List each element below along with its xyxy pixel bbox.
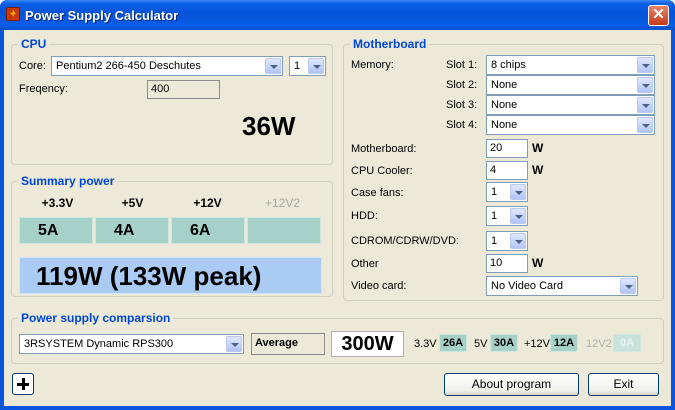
slot4-value: None	[491, 119, 518, 131]
psu-watts: 300W	[331, 331, 404, 357]
chevron-down-icon[interactable]	[637, 77, 653, 93]
other-label: Other	[351, 258, 379, 270]
slot3-value: None	[491, 99, 518, 111]
hdd-select[interactable]: 1	[486, 206, 528, 226]
title-bar[interactable]: Power Supply Calculator ✕	[0, 0, 675, 30]
total-power: 119W (133W peak)	[19, 257, 322, 294]
other-unit: W	[532, 256, 544, 270]
slot1-value: 8 chips	[491, 59, 526, 71]
case-fans-value: 1	[491, 186, 498, 198]
core-label: Core:	[19, 60, 46, 72]
chevron-down-icon[interactable]	[637, 57, 653, 73]
slot2-label: Slot 2:	[446, 79, 478, 91]
frequency-field: 400	[147, 80, 220, 99]
client-area: CPU Core: Pentium2 266-450 Deschutes 1 F…	[4, 30, 671, 406]
motherboard-legend: Motherboard	[350, 37, 430, 51]
psu-rail-label-5v: 5V	[474, 338, 488, 350]
psu-model-value: 3RSYSTEM Dynamic RPS300	[24, 338, 174, 350]
chevron-down-icon[interactable]	[620, 278, 636, 294]
other-field[interactable]: 10	[486, 254, 528, 273]
exit-button[interactable]: Exit	[588, 373, 659, 396]
psu-rail-label-3v3: 3.3V	[414, 338, 437, 350]
psu-rating: Average	[251, 333, 325, 355]
chevron-down-icon[interactable]	[265, 58, 281, 74]
chevron-down-icon[interactable]	[226, 336, 242, 352]
psu-rail-amps-12v2: 0A	[613, 334, 641, 352]
close-icon: ✕	[652, 6, 665, 23]
chevron-down-icon[interactable]	[510, 208, 526, 224]
cdrom-label: CDROM/CDRW/DVD:	[351, 235, 459, 247]
amps-5v: 4A	[95, 217, 169, 244]
cdrom-select[interactable]: 1	[486, 231, 528, 251]
slot3-select[interactable]: None	[486, 95, 655, 115]
slot4-label: Slot 4:	[446, 119, 478, 131]
chevron-down-icon[interactable]	[510, 233, 526, 249]
rail-label-5v: +5V	[121, 196, 144, 210]
psu-rail-amps-12v: 12A	[550, 334, 578, 352]
cdrom-value: 1	[491, 235, 498, 247]
motherboard-power-label: Motherboard:	[351, 143, 417, 155]
chevron-down-icon[interactable]	[510, 184, 526, 200]
add-button[interactable]	[12, 373, 34, 395]
case-fans-select[interactable]: 1	[486, 182, 528, 202]
cpu-cooler-label: CPU Cooler:	[351, 165, 413, 177]
motherboard-group: Motherboard Memory: Slot 1: 8 chips Slot…	[343, 37, 664, 301]
hdd-label: HDD:	[351, 210, 378, 222]
cpu-count-select[interactable]: 1	[289, 56, 326, 76]
hdd-value: 1	[491, 210, 498, 222]
video-card-select[interactable]: No Video Card	[486, 276, 638, 296]
motherboard-power-field[interactable]: 20	[486, 139, 528, 158]
case-fans-label: Case fans:	[351, 187, 404, 199]
slot4-select[interactable]: None	[486, 115, 655, 135]
chevron-down-icon[interactable]	[308, 58, 324, 74]
psu-rail-label-12v: +12V	[524, 338, 550, 350]
rail-label-12v2: +12V2	[264, 196, 301, 210]
amps-12v: 6A	[171, 217, 245, 244]
summary-group: Summary power +3.3V +5V +12V +12V2 5A 4A…	[11, 174, 333, 297]
video-card-value: No Video Card	[491, 280, 563, 292]
psu-comparison-group: Power supply comparsion 3RSYSTEM Dynamic…	[11, 311, 664, 364]
summary-legend: Summary power	[18, 174, 118, 188]
slot2-select[interactable]: None	[486, 75, 655, 95]
rail-label-3v3: +3.3V	[41, 196, 74, 210]
slot1-select[interactable]: 8 chips	[486, 55, 655, 75]
chevron-down-icon[interactable]	[637, 97, 653, 113]
motherboard-unit: W	[532, 141, 544, 155]
about-program-button[interactable]: About program	[444, 373, 579, 396]
cpu-group: CPU Core: Pentium2 266-450 Deschutes 1 F…	[11, 37, 333, 165]
cpu-cooler-unit: W	[532, 163, 544, 177]
psu-legend: Power supply comparsion	[18, 311, 174, 325]
slot3-label: Slot 3:	[446, 99, 478, 111]
psu-model-select[interactable]: 3RSYSTEM Dynamic RPS300	[19, 334, 244, 354]
memory-label: Memory:	[351, 59, 394, 71]
rail-label-12v: +12V	[193, 196, 222, 210]
psu-rail-amps-3v3: 26A	[439, 334, 467, 352]
psu-rail-label-12v2: 12V2	[586, 338, 612, 350]
slot1-label: Slot 1:	[446, 59, 478, 71]
psu-rail-amps-5v: 30A	[490, 334, 518, 352]
window-title: Power Supply Calculator	[25, 8, 179, 23]
cpu-cooler-field[interactable]: 4	[486, 161, 528, 180]
core-select[interactable]: Pentium2 266-450 Deschutes	[51, 56, 283, 76]
amps-12v2	[247, 217, 321, 244]
app-window: Power Supply Calculator ✕ CPU Core: Pent…	[0, 0, 675, 410]
amps-3v3: 5A	[19, 217, 93, 244]
close-button[interactable]: ✕	[648, 5, 669, 26]
core-value: Pentium2 266-450 Deschutes	[56, 60, 201, 72]
chevron-down-icon[interactable]	[637, 117, 653, 133]
cpu-legend: CPU	[18, 37, 50, 51]
cpu-count-value: 1	[294, 60, 301, 72]
cpu-power: 36W	[242, 111, 296, 141]
slot2-value: None	[491, 79, 518, 91]
frequency-label: Freqency:	[19, 83, 68, 95]
power-supply-icon	[6, 7, 20, 21]
video-card-label: Video card:	[351, 280, 407, 292]
